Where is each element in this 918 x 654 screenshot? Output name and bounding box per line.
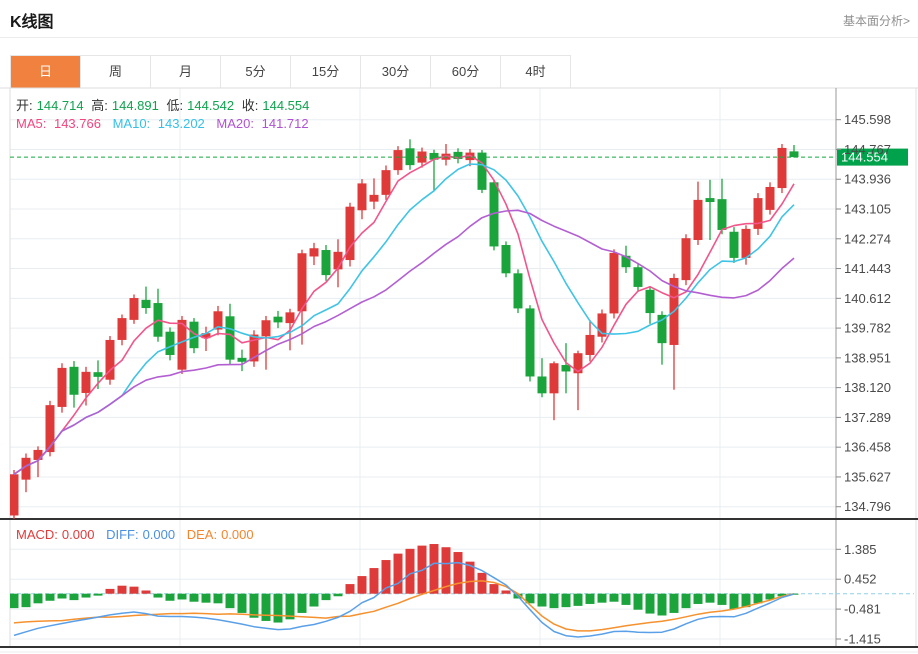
ma5-label-value: MA5: 143.766 xyxy=(16,116,101,131)
dea-label-value: DEA: 0.000 xyxy=(186,527,254,542)
candlesticks xyxy=(10,139,799,519)
svg-text:139.782: 139.782 xyxy=(844,321,891,336)
svg-text:136.458: 136.458 xyxy=(844,440,891,455)
svg-text:0.452: 0.452 xyxy=(844,572,877,587)
ma-legend: MA5: 143.766 MA10: 143.202 MA20: 141.712 xyxy=(16,116,317,131)
svg-text:-0.481: -0.481 xyxy=(844,602,881,617)
svg-text:142.274: 142.274 xyxy=(844,231,891,246)
close-label: 收: xyxy=(241,98,259,113)
diff-label-value: DIFF: 0.000 xyxy=(106,527,176,542)
svg-text:-1.415: -1.415 xyxy=(844,632,881,647)
kline-page: K线图 基本面分析> 日周月 5分 15分 30分 60分 4时 144.554 145.5… xyxy=(0,0,918,654)
open-value: 144.714 xyxy=(36,98,84,113)
ma20-label-value: MA20: 141.712 xyxy=(216,116,309,131)
close-value: 144.554 xyxy=(262,98,310,113)
high-label: 高: xyxy=(91,98,108,113)
svg-text:137.289: 137.289 xyxy=(844,410,891,425)
ohlc-legend: 开: 144.714 高: 144.891 低: 144.542 收: 144.554 xyxy=(16,95,313,114)
svg-text:1.385: 1.385 xyxy=(844,542,877,557)
svg-text:140.612: 140.612 xyxy=(844,291,891,306)
svg-text:135.627: 135.627 xyxy=(844,469,891,484)
macd-label-value: MACD: 0.000 xyxy=(16,527,95,542)
open-label: 开: xyxy=(16,98,33,113)
svg-text:145.598: 145.598 xyxy=(844,112,891,127)
svg-text:144.767: 144.767 xyxy=(844,142,891,157)
macd-histogram xyxy=(10,544,799,623)
svg-text:143.105: 143.105 xyxy=(844,202,891,217)
svg-text:138.951: 138.951 xyxy=(844,350,891,365)
ma10-label-value: MA10: 143.202 xyxy=(112,116,205,131)
svg-text:134.796: 134.796 xyxy=(844,499,891,514)
low-label: 低: xyxy=(166,98,184,113)
svg-text:141.443: 141.443 xyxy=(844,261,891,276)
high-value: 144.891 xyxy=(111,98,159,113)
macd-legend: MACD: 0.000 DIFF: 0.000 DEA: 0.000 xyxy=(16,527,262,542)
low-value: 144.542 xyxy=(187,98,235,113)
svg-text:138.120: 138.120 xyxy=(844,380,891,395)
svg-text:143.936: 143.936 xyxy=(844,172,891,187)
